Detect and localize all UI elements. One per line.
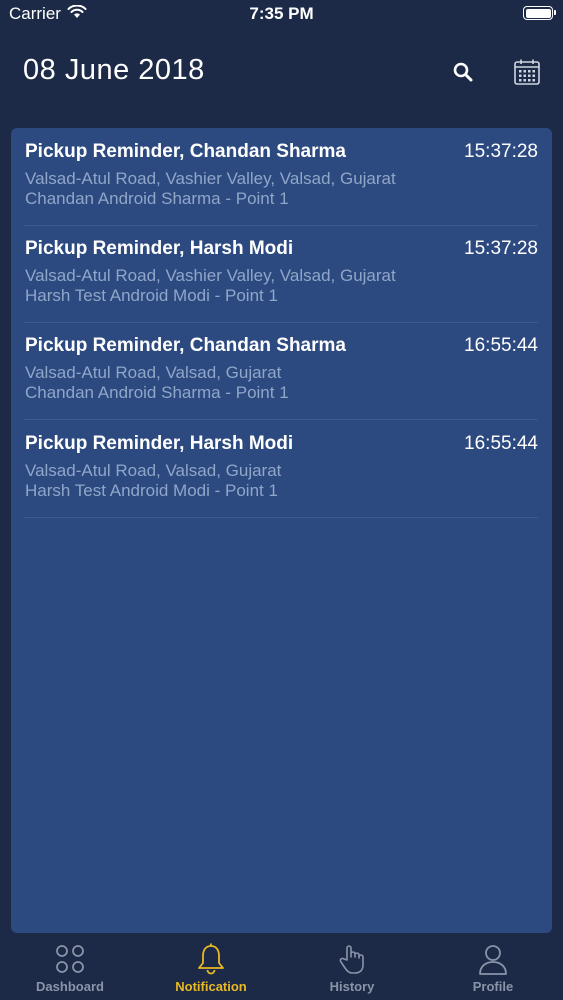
notification-address: Valsad-Atul Road, Vashier Valley, Valsad… [25, 169, 396, 188]
notification-title: Pickup Reminder, Harsh Modi [25, 433, 294, 454]
notification-time: 15:37:28 [464, 238, 538, 259]
notification-point: Harsh Test Android Modi - Point 1 [25, 481, 278, 500]
notification-point: Chandan Android Sharma - Point 1 [25, 189, 289, 208]
notification-time: 16:55:44 [464, 335, 538, 356]
notification-point: Harsh Test Android Modi - Point 1 [25, 286, 278, 305]
search-icon [452, 61, 474, 88]
calendar-icon [513, 58, 541, 91]
status-time: 7:35 PM [249, 4, 314, 23]
tab-history[interactable]: History [282, 933, 422, 1000]
header: 08 June 2018 [0, 30, 563, 120]
tab-label: Dashboard [36, 979, 104, 994]
notification-item[interactable]: Pickup Reminder, Chandan Sharma 16:55:44… [24, 322, 538, 420]
user-icon [476, 942, 510, 976]
battery-icon [523, 6, 556, 20]
tab-profile[interactable]: Profile [423, 933, 563, 1000]
notification-item[interactable]: Pickup Reminder, Harsh Modi 16:55:44 Val… [24, 420, 538, 518]
notification-address: Valsad-Atul Road, Valsad, Gujarat [25, 363, 282, 382]
hand-pointer-icon [335, 942, 369, 976]
tab-bar: Dashboard Notification History Profile [0, 933, 563, 1000]
notification-title: Pickup Reminder, Chandan Sharma [25, 141, 346, 162]
dashboard-icon [53, 942, 87, 976]
notification-list: Pickup Reminder, Chandan Sharma 15:37:28… [11, 128, 552, 933]
notification-time: 15:37:28 [464, 141, 538, 162]
tab-label: Profile [472, 979, 514, 994]
notification-title: Pickup Reminder, Chandan Sharma [25, 335, 346, 356]
notification-item[interactable]: Pickup Reminder, Harsh Modi 15:37:28 Val… [24, 225, 538, 323]
tab-dashboard[interactable]: Dashboard [0, 933, 140, 1000]
notification-address: Valsad-Atul Road, Valsad, Gujarat [25, 461, 282, 480]
notification-title: Pickup Reminder, Harsh Modi [25, 238, 294, 259]
bell-icon [194, 942, 228, 976]
tab-label: Notification [175, 979, 247, 994]
tab-label: History [329, 979, 375, 994]
tab-notification[interactable]: Notification [141, 933, 281, 1000]
notification-item[interactable]: Pickup Reminder, Chandan Sharma 15:37:28… [24, 128, 538, 226]
calendar-button[interactable] [509, 56, 545, 92]
page-title: 08 June 2018 [23, 54, 205, 86]
notification-time: 16:55:44 [464, 433, 538, 454]
status-bar: Carrier 7:35 PM [0, 0, 563, 30]
notification-address: Valsad-Atul Road, Vashier Valley, Valsad… [25, 266, 396, 285]
search-button[interactable] [445, 56, 481, 92]
notification-point: Chandan Android Sharma - Point 1 [25, 383, 289, 402]
